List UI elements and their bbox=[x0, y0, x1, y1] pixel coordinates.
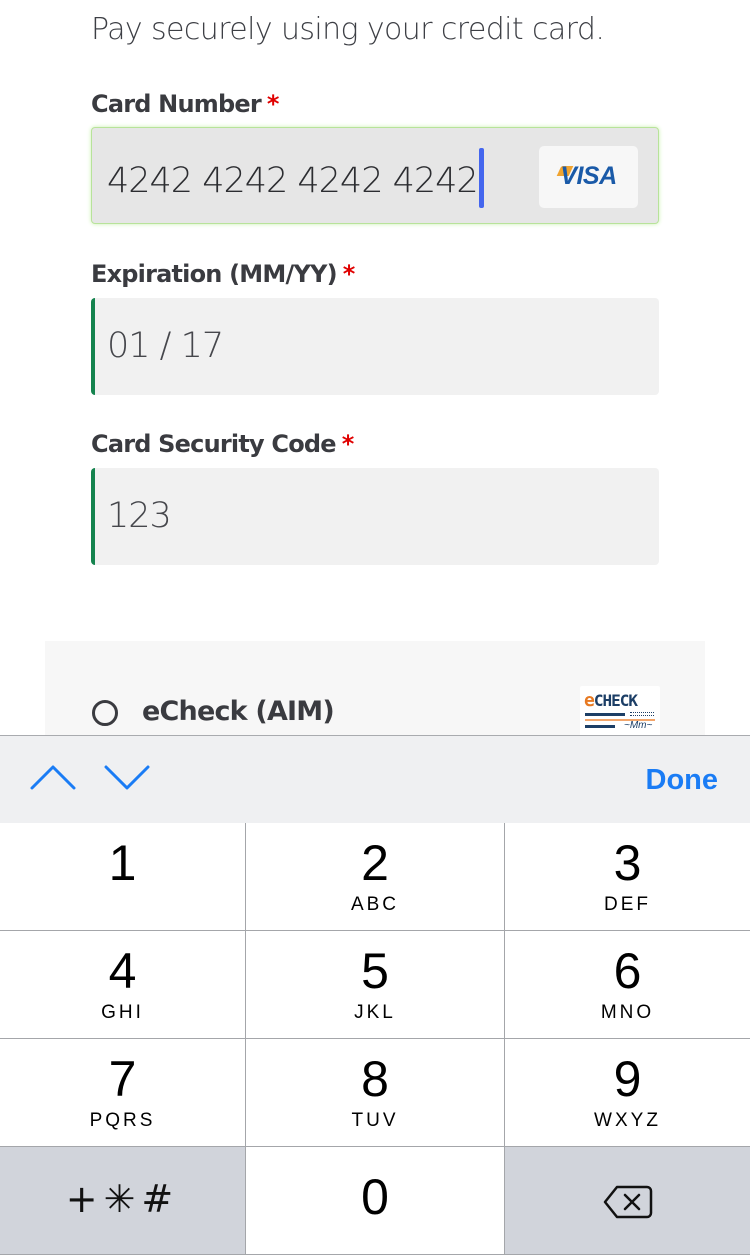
key-letters: PQRS bbox=[89, 1110, 156, 1131]
echeck-logo-signature: ~Mm~ bbox=[624, 720, 653, 731]
key-digit: 1 bbox=[108, 835, 137, 891]
backspace-icon bbox=[603, 1185, 653, 1219]
key-3[interactable]: 3 DEF bbox=[505, 823, 750, 930]
key-digit: 6 bbox=[613, 943, 642, 999]
key-letters: DEF bbox=[604, 894, 651, 915]
echeck-label[interactable]: eCheck (AIM) bbox=[142, 696, 335, 727]
key-7[interactable]: 7 PQRS bbox=[0, 1039, 245, 1146]
card-brand-label: VISA bbox=[560, 162, 617, 190]
card-number-text: 4242 4242 4242 4242 bbox=[107, 161, 479, 201]
echeck-logo-line bbox=[585, 725, 615, 728]
key-letters: TUV bbox=[351, 1110, 399, 1131]
backspace-key[interactable] bbox=[505, 1147, 750, 1254]
key-9[interactable]: 9 WXYZ bbox=[505, 1039, 750, 1146]
key-digit: 9 bbox=[613, 1051, 642, 1107]
key-letters: WXYZ bbox=[594, 1110, 661, 1131]
key-letters: JKL bbox=[354, 1002, 396, 1023]
key-digit: 0 bbox=[361, 1169, 389, 1225]
card-number-input[interactable]: 4242 4242 4242 4242 VISA bbox=[91, 127, 659, 224]
echeck-radio-button[interactable] bbox=[92, 700, 118, 726]
echeck-logo-icon: eCHECK ~Mm~ bbox=[580, 686, 660, 735]
required-marker: * bbox=[341, 430, 355, 458]
expiration-label: Expiration (MM/YY) * bbox=[91, 260, 355, 288]
previous-field-button[interactable] bbox=[28, 758, 78, 798]
payment-intro-text: Pay securely using your credit card. bbox=[91, 12, 605, 47]
key-letters: GHI bbox=[101, 1002, 144, 1023]
payment-form: Pay securely using your credit card. Car… bbox=[0, 0, 750, 735]
key-letters: ABC bbox=[350, 894, 400, 915]
expiration-value: 01 / 17 bbox=[107, 326, 224, 366]
echeck-logo-word: CHECK bbox=[593, 691, 638, 710]
echeck-logo-text: eCHECK bbox=[584, 690, 638, 711]
key-0[interactable]: 0 bbox=[246, 1147, 504, 1254]
expiration-input[interactable]: 01 / 17 bbox=[91, 298, 659, 395]
echeck-logo-dots bbox=[630, 712, 654, 716]
expiration-label-text: Expiration (MM/YY) bbox=[91, 260, 338, 288]
card-number-label-text: Card Number bbox=[91, 90, 262, 118]
echeck-logo-e: e bbox=[584, 690, 595, 711]
security-code-label-text: Card Security Code bbox=[91, 430, 337, 458]
chevron-down-icon bbox=[104, 765, 150, 790]
card-number-value[interactable]: 4242 4242 4242 4242 bbox=[107, 148, 484, 208]
key-6[interactable]: 6 MNO bbox=[505, 931, 750, 1038]
next-field-button[interactable] bbox=[102, 758, 152, 798]
key-4[interactable]: 4 GHI bbox=[0, 931, 245, 1038]
key-8[interactable]: 8 TUV bbox=[246, 1039, 504, 1146]
security-code-input[interactable]: 123 bbox=[91, 468, 659, 565]
required-marker: * bbox=[266, 90, 280, 118]
key-2[interactable]: 2 ABC bbox=[246, 823, 504, 930]
key-letters: MNO bbox=[600, 1002, 655, 1023]
numeric-keypad: 1 2 ABC 3 DEF 4 GHI 5 JKL 6 MNO 7 PQRS 8 TUV 9 W… bbox=[0, 823, 750, 1255]
key-digit: 5 bbox=[361, 943, 389, 999]
security-code-value: 123 bbox=[107, 496, 172, 536]
key-digit: 2 bbox=[361, 835, 389, 891]
text-caret bbox=[478, 148, 484, 208]
symbols-key[interactable]: +✳# bbox=[0, 1147, 245, 1254]
done-button[interactable]: Done bbox=[646, 764, 719, 797]
key-digit: 7 bbox=[108, 1051, 137, 1107]
echeck-payment-option[interactable]: eCheck (AIM) eCHECK ~Mm~ bbox=[45, 641, 705, 735]
symbols-key-label: +✳# bbox=[65, 1177, 180, 1221]
key-digit: 4 bbox=[108, 943, 137, 999]
key-5[interactable]: 5 JKL bbox=[246, 931, 504, 1038]
card-number-label: Card Number * bbox=[91, 90, 279, 118]
key-digit: 8 bbox=[361, 1051, 389, 1107]
security-code-label: Card Security Code * bbox=[91, 430, 354, 458]
echeck-logo-line bbox=[585, 713, 625, 716]
key-digit: 3 bbox=[613, 835, 642, 891]
keyboard-accessory-bar: Done bbox=[0, 735, 750, 823]
key-1[interactable]: 1 bbox=[0, 823, 245, 930]
required-marker: * bbox=[342, 260, 356, 288]
chevron-up-icon bbox=[30, 765, 76, 790]
visa-card-icon: VISA bbox=[539, 146, 638, 208]
